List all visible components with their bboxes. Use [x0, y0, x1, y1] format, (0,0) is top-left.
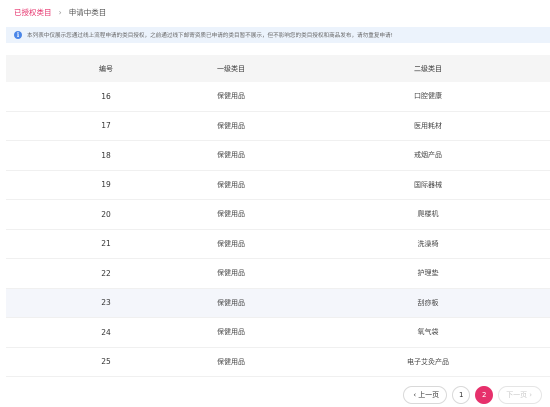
- row-id: 22: [101, 268, 111, 278]
- row-primary-category: 保健用品: [217, 357, 245, 366]
- breadcrumb-authorized-categories[interactable]: 已授权类目: [14, 7, 52, 18]
- breadcrumb-pending-categories: 申请中类目: [68, 7, 107, 17]
- row-secondary-category: 氧气袋: [417, 328, 439, 337]
- next-page-label: 下一页: [506, 391, 528, 399]
- table-header: 编号 一级类目 二级类目: [6, 55, 550, 82]
- row-primary-category: 保健用品: [217, 180, 245, 189]
- table-row: 24 保健用品 氧气袋: [6, 318, 550, 348]
- table-row: 20 保健用品 爬楼机: [6, 200, 550, 230]
- row-primary-category: 保健用品: [217, 151, 245, 160]
- prev-page-label: 上一页: [418, 391, 440, 399]
- breadcrumb: 已授权类目 › 申请中类目: [14, 6, 106, 18]
- row-id: 16: [101, 91, 111, 101]
- row-id: 17: [101, 121, 111, 131]
- chevron-left-icon: ‹: [413, 391, 417, 399]
- chevron-right-icon: ›: [529, 391, 532, 399]
- table-row: 19 保健用品 国际器械: [6, 171, 550, 200]
- row-secondary-category: 医用耗材: [414, 121, 442, 130]
- row-primary-category: 保健用品: [217, 121, 245, 130]
- next-page-button[interactable]: 下一页 ›: [498, 386, 542, 404]
- pagination: ‹ 上一页 1 2 下一页 ›: [403, 386, 542, 404]
- table-row: 22 保健用品 护理垫: [6, 259, 550, 289]
- info-icon: i: [14, 31, 22, 39]
- row-primary-category: 保健用品: [217, 239, 245, 248]
- row-secondary-category: 护理垫: [417, 269, 439, 278]
- row-secondary-category: 洗澡椅: [417, 239, 439, 248]
- row-primary-category: 保健用品: [217, 328, 245, 337]
- notice-text: 本列表中仅展示您通过线上流程申请的类目授权，之前通过线下邮寄资质已申请的类目暂不…: [27, 33, 393, 39]
- row-secondary-category: 戒烟产品: [414, 151, 442, 160]
- row-primary-category: 保健用品: [217, 210, 245, 219]
- table-row: 16 保健用品 口腔健康: [6, 82, 550, 112]
- page-1-button[interactable]: 1: [452, 386, 471, 404]
- prev-page-button[interactable]: ‹ 上一页: [403, 386, 448, 404]
- row-primary-category: 保健用品: [217, 269, 245, 278]
- header-primary-category: 一级类目: [217, 64, 245, 73]
- table-row: 23 保健用品 刮痧板: [6, 288, 550, 318]
- row-secondary-category: 刮痧板: [417, 298, 439, 307]
- category-table: 编号 一级类目 二级类目 16 保健用品 口腔健康 17 保健用品 医用耗材 18 保健用品戒…: [6, 55, 550, 377]
- row-secondary-category: 电子艾灸产品: [407, 357, 449, 366]
- table-row: 18 保健用品 戒烟产品: [6, 141, 550, 171]
- table-row: 21 保健用品 洗澡椅: [6, 230, 550, 259]
- row-primary-category: 保健用品: [217, 298, 245, 307]
- row-primary-category: 保健用品: [217, 92, 245, 101]
- row-id: 25: [101, 357, 111, 367]
- row-secondary-category: 爬楼机: [417, 210, 439, 219]
- row-secondary-category: 国际器械: [414, 180, 442, 189]
- row-id: 18: [101, 150, 111, 160]
- row-id: 24: [101, 327, 111, 337]
- row-secondary-category: 口腔健康: [414, 92, 442, 101]
- row-id: 19: [101, 180, 111, 190]
- row-id: 23: [101, 298, 111, 308]
- header-id: 编号: [99, 64, 113, 73]
- header-secondary-category: 二级类目: [414, 64, 442, 73]
- page-2-button[interactable]: 2: [475, 386, 494, 404]
- row-id: 21: [101, 239, 111, 249]
- notice-banner: i 本列表中仅展示您通过线上流程申请的类目授权，之前通过线下邮寄资质已申请的类目…: [6, 27, 550, 43]
- row-id: 20: [101, 209, 111, 219]
- table-body: 16 保健用品 口腔健康 17 保健用品 医用耗材 18 保健用品 戒烟产品 19 保健用品 国际器械…: [6, 82, 550, 377]
- table-row: 17 保健用品 医用耗材: [6, 112, 550, 141]
- breadcrumb-separator-icon: ›: [58, 7, 62, 17]
- table-row: 25 保健用品 电子艾灸产品: [6, 348, 550, 377]
